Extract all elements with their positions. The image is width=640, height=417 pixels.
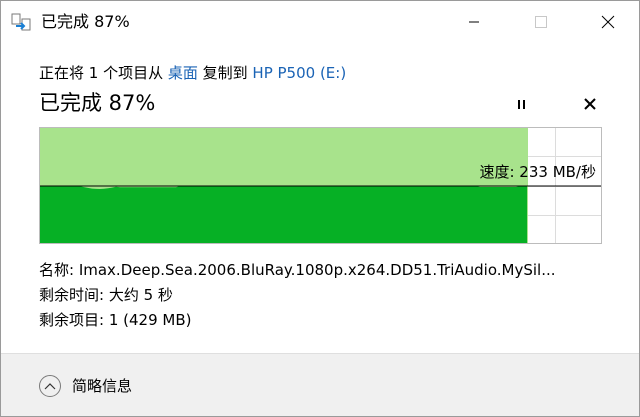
- speed-label: 速度: 233 MB/秒: [479, 163, 596, 181]
- items-label: 剩余项目:: [39, 311, 109, 329]
- cancel-button[interactable]: [579, 93, 601, 115]
- progress-status: 已完成 87%: [39, 91, 156, 115]
- copy-description: 正在将 1 个项目从 桌面 复制到 HP P500 (E:): [39, 63, 346, 83]
- time-value: 大约 5 秒: [108, 286, 173, 304]
- maximize-icon: [535, 16, 547, 28]
- fewer-details-label: 简略信息: [72, 377, 133, 395]
- chevron-up-icon: [39, 375, 61, 397]
- copy-progress-window: 已完成 87% 正在将 1 个项目从 桌面 复制到 HP P500 (E:) 已…: [0, 0, 640, 417]
- name-value: Imax.Deep.Sea.2006.BluRay.1080p.x264.DD5…: [78, 261, 556, 279]
- cancel-icon: [584, 98, 596, 110]
- copy-middle: 复制到: [197, 64, 253, 82]
- transfer-speed-chart: 速度: 233 MB/秒: [39, 127, 602, 244]
- minimize-icon: [469, 21, 479, 23]
- copy-files-icon: [11, 13, 31, 31]
- name-label: 名称:: [39, 261, 79, 279]
- minimize-button[interactable]: [451, 1, 497, 43]
- items-value: 1 (429 MB): [108, 311, 192, 329]
- window-title: 已完成 87%: [41, 12, 130, 31]
- pause-button[interactable]: [510, 93, 532, 115]
- detail-name: 名称: Imax.Deep.Sea.2006.BluRay.1080p.x264…: [39, 260, 599, 280]
- source-link[interactable]: 桌面: [168, 64, 198, 82]
- maximize-button[interactable]: [518, 1, 564, 43]
- detail-items-remaining: 剩余项目: 1 (429 MB): [39, 310, 191, 330]
- fewer-details-toggle[interactable]: 简略信息: [39, 373, 132, 399]
- destination-link[interactable]: HP P500 (E:): [252, 64, 346, 82]
- close-icon: [601, 15, 615, 29]
- title-bar[interactable]: 已完成 87%: [1, 1, 639, 43]
- footer-bar: 简略信息: [1, 353, 639, 416]
- copy-prefix: 正在将 1 个项目从: [39, 64, 168, 82]
- time-label: 剩余时间:: [39, 286, 109, 304]
- close-button[interactable]: [585, 1, 631, 43]
- detail-time-remaining: 剩余时间: 大约 5 秒: [39, 285, 173, 305]
- pause-icon: [518, 100, 525, 109]
- speed-area: [40, 186, 527, 243]
